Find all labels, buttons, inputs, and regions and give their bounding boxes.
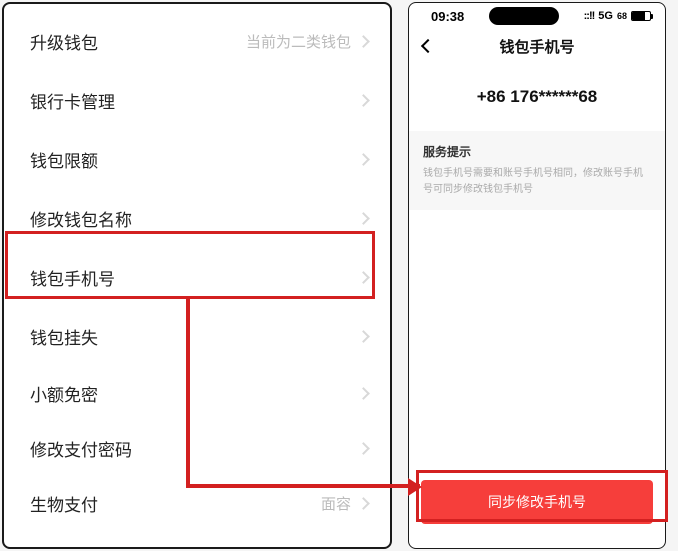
sync-phone-button-label: 同步修改手机号 xyxy=(488,494,586,510)
battery-icon xyxy=(631,11,651,21)
settings-item-bank-cards[interactable]: 银行卡管理 xyxy=(4,71,390,130)
chevron-right-icon xyxy=(357,497,370,510)
settings-item-label: 钱包手机号 xyxy=(30,265,359,290)
phone-screen-left: 升级钱包 当前为二类钱包 银行卡管理 钱包限额 修改钱包名称 钱包手机号 xyxy=(2,2,392,549)
dynamic-island xyxy=(489,7,559,25)
status-bar: 09:38 ::!! 5G 68 xyxy=(409,3,665,27)
settings-item-label: 升级钱包 xyxy=(30,29,246,54)
settings-item-label: 银行卡管理 xyxy=(30,88,359,113)
settings-item-extra: 面容 xyxy=(321,493,351,514)
chevron-right-icon xyxy=(357,153,370,166)
wallet-phone-number: +86 176******68 xyxy=(409,65,665,131)
settings-item-wallet-phone[interactable]: 钱包手机号 xyxy=(4,248,390,307)
network-label: 5G xyxy=(598,10,613,22)
settings-item-label: 钱包限额 xyxy=(30,147,359,172)
nav-bar: 钱包手机号 xyxy=(409,27,665,65)
status-right: ::!! 5G 68 xyxy=(584,10,651,22)
chevron-right-icon xyxy=(357,94,370,107)
sync-phone-button[interactable]: 同步修改手机号 xyxy=(421,480,653,524)
settings-item-extra: 当前为二类钱包 xyxy=(246,31,351,52)
signal-icon: ::!! xyxy=(584,10,595,22)
phone-screen-right: 09:38 ::!! 5G 68 钱包手机号 +86 176******68 服… xyxy=(408,2,666,549)
settings-item-label: 生物支付 xyxy=(30,491,321,516)
notice-text: 钱包手机号需要和账号手机号相同，修改账号手机号可同步修改钱包手机号 xyxy=(423,166,651,198)
chevron-right-icon xyxy=(357,35,370,48)
settings-item-label: 小额免密 xyxy=(30,381,359,406)
battery-text: 68 xyxy=(617,11,627,21)
chevron-right-icon xyxy=(357,387,370,400)
chevron-right-icon xyxy=(357,271,370,284)
chevron-right-icon xyxy=(357,330,370,343)
settings-item-report-loss[interactable]: 钱包挂失 xyxy=(4,307,390,366)
settings-item-biometric-payment[interactable]: 生物支付 面容 xyxy=(4,476,390,531)
settings-list: 升级钱包 当前为二类钱包 银行卡管理 钱包限额 修改钱包名称 钱包手机号 xyxy=(4,4,390,531)
settings-item-change-pay-password[interactable]: 修改支付密码 xyxy=(4,421,390,476)
page-title: 钱包手机号 xyxy=(409,36,665,57)
service-notice: 服务提示 钱包手机号需要和账号手机号相同，修改账号手机号可同步修改钱包手机号 xyxy=(409,131,665,210)
settings-item-upgrade-wallet[interactable]: 升级钱包 当前为二类钱包 xyxy=(4,12,390,71)
status-time: 09:38 xyxy=(431,9,464,24)
settings-item-rename-wallet[interactable]: 修改钱包名称 xyxy=(4,189,390,248)
settings-item-label: 修改支付密码 xyxy=(30,436,359,461)
chevron-right-icon xyxy=(357,442,370,455)
chevron-right-icon xyxy=(357,212,370,225)
settings-item-small-payment[interactable]: 小额免密 xyxy=(4,366,390,421)
settings-item-limits[interactable]: 钱包限额 xyxy=(4,130,390,189)
settings-item-label: 修改钱包名称 xyxy=(30,206,359,231)
settings-item-label: 钱包挂失 xyxy=(30,324,359,349)
notice-title: 服务提示 xyxy=(423,143,651,160)
